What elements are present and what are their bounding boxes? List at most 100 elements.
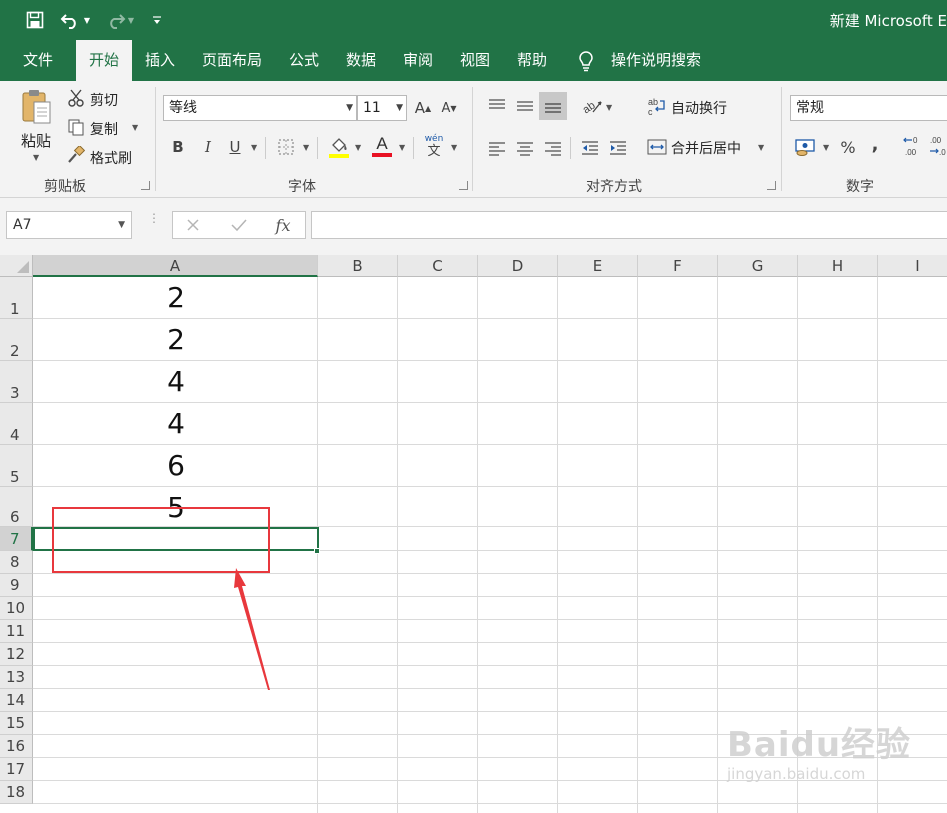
paste-button[interactable]: 粘贴 [21, 130, 51, 151]
cut-button[interactable]: 剪切 [90, 90, 118, 110]
save-icon[interactable] [24, 8, 46, 32]
align-center-icon[interactable] [514, 137, 536, 159]
align-left-icon[interactable] [486, 137, 508, 159]
border-icon[interactable] [276, 137, 296, 157]
row-header-12[interactable]: 12 [0, 643, 33, 666]
row-header-14[interactable]: 14 [0, 689, 33, 712]
column-header-a[interactable]: A [33, 255, 318, 277]
tab-insert[interactable]: 插入 [139, 40, 181, 81]
font-color-dropdown-icon[interactable]: ▼ [399, 143, 405, 152]
select-all-button[interactable] [0, 255, 33, 277]
row-header-8[interactable]: 8 [0, 551, 33, 574]
row-header-9[interactable]: 9 [0, 574, 33, 597]
phonetic-guide-icon[interactable]: wén 文 [423, 132, 445, 160]
row-header-16[interactable]: 16 [0, 735, 33, 758]
row-header-4[interactable]: 4 [0, 403, 33, 445]
decrease-decimal-icon[interactable]: .00.0 [928, 133, 947, 161]
tab-data[interactable]: 数据 [340, 40, 382, 81]
row-header-2[interactable]: 2 [0, 319, 33, 361]
enter-icon[interactable] [229, 215, 249, 235]
decrease-font-icon[interactable]: A ▼ [440, 96, 458, 120]
row-header-1[interactable]: 1 [0, 277, 33, 319]
name-box[interactable]: A7 ▼ [6, 211, 132, 239]
column-header-e[interactable]: E [558, 255, 638, 277]
orientation-icon[interactable]: ab [580, 95, 604, 117]
paste-dropdown-icon[interactable]: ▼ [33, 153, 39, 162]
align-middle-icon[interactable] [514, 95, 536, 117]
tab-review[interactable]: 审阅 [396, 40, 440, 81]
fill-color-dropdown-icon[interactable]: ▼ [355, 143, 361, 152]
column-header-f[interactable]: F [638, 255, 718, 277]
tab-help[interactable]: 帮助 [510, 40, 554, 81]
percent-button[interactable]: % [838, 136, 858, 158]
format-painter-button[interactable]: 格式刷 [90, 148, 132, 168]
align-right-icon[interactable] [542, 137, 564, 159]
cell-a2[interactable]: 2 [34, 320, 318, 360]
font-color-icon[interactable]: A [370, 133, 394, 159]
redo-icon[interactable]: ▼ [102, 8, 136, 32]
paste-icon[interactable] [17, 87, 55, 127]
underline-button[interactable]: U [225, 135, 245, 159]
tab-view[interactable]: 视图 [453, 40, 497, 81]
formula-input[interactable] [311, 211, 947, 239]
column-header-b[interactable]: B [318, 255, 398, 277]
decrease-indent-icon[interactable] [579, 137, 601, 159]
column-header-c[interactable]: C [398, 255, 478, 277]
border-dropdown-icon[interactable]: ▼ [303, 143, 309, 152]
cell-a4[interactable]: 4 [34, 404, 318, 444]
fill-handle[interactable] [314, 548, 320, 554]
font-size-select[interactable]: 11 ▼ [357, 95, 407, 121]
tab-home[interactable]: 开始 [76, 40, 132, 81]
accounting-dropdown-icon[interactable]: ▼ [823, 143, 829, 152]
row-header-3[interactable]: 3 [0, 361, 33, 403]
alignment-launcher-icon[interactable] [767, 181, 776, 190]
underline-dropdown-icon[interactable]: ▼ [251, 143, 257, 152]
row-header-18[interactable]: 18 [0, 781, 33, 804]
column-header-h[interactable]: H [798, 255, 878, 277]
row-header-7[interactable]: 7 [0, 527, 33, 551]
row-header-10[interactable]: 10 [0, 597, 33, 620]
row-header-13[interactable]: 13 [0, 666, 33, 689]
row-header-17[interactable]: 17 [0, 758, 33, 781]
comma-button[interactable]: , [867, 133, 883, 155]
align-bottom-icon[interactable] [539, 92, 567, 120]
merge-dropdown-icon[interactable]: ▼ [758, 143, 764, 152]
tab-page-layout[interactable]: 页面布局 [196, 40, 268, 81]
increase-indent-icon[interactable] [607, 137, 629, 159]
copy-button[interactable]: 复制 [90, 119, 118, 139]
cell-a1[interactable]: 2 [34, 278, 318, 318]
merge-center-button[interactable]: 合并后居中 [671, 138, 741, 158]
customize-icon[interactable] [150, 8, 164, 32]
number-format-select[interactable]: 常规 [790, 95, 947, 121]
row-header-6[interactable]: 6 [0, 487, 33, 527]
undo-icon[interactable]: ▼ [58, 8, 92, 32]
font-name-select[interactable]: 等线 ▼ [163, 95, 357, 121]
font-launcher-icon[interactable] [459, 181, 468, 190]
tell-me-search[interactable]: 操作说明搜索 [611, 40, 711, 81]
insert-function-button[interactable]: fx [271, 214, 295, 236]
cell-a5[interactable]: 6 [34, 446, 318, 486]
column-header-g[interactable]: G [718, 255, 798, 277]
bold-button[interactable]: B [168, 135, 188, 159]
row-header-11[interactable]: 11 [0, 620, 33, 643]
column-header-i[interactable]: I [878, 255, 947, 277]
cell-a3[interactable]: 4 [34, 362, 318, 402]
align-top-icon[interactable] [486, 95, 508, 117]
clipboard-launcher-icon[interactable] [141, 181, 150, 190]
phonetic-dropdown-icon[interactable]: ▼ [451, 143, 457, 152]
cancel-icon[interactable] [183, 215, 203, 235]
worksheet-grid[interactable]: ABCDEFGHI 1 2 3 4 5 6 7 8 9 10 11 12 13 14 15 16 17 18 22… [0, 255, 947, 813]
tab-file[interactable]: 文件 [10, 40, 66, 81]
orientation-dropdown-icon[interactable]: ▼ [606, 103, 612, 112]
fill-color-icon[interactable] [327, 135, 351, 159]
increase-font-icon[interactable]: A ▲ [414, 96, 432, 120]
wrap-text-button[interactable]: 自动换行 [671, 98, 727, 118]
column-header-d[interactable]: D [478, 255, 558, 277]
row-header-5[interactable]: 5 [0, 445, 33, 487]
accounting-format-icon[interactable] [793, 136, 819, 158]
tab-formulas[interactable]: 公式 [282, 40, 326, 81]
italic-button[interactable]: I [198, 135, 218, 159]
row-header-15[interactable]: 15 [0, 712, 33, 735]
increase-decimal-icon[interactable]: 0.00 [902, 133, 926, 161]
copy-dropdown-icon[interactable]: ▼ [132, 123, 138, 132]
